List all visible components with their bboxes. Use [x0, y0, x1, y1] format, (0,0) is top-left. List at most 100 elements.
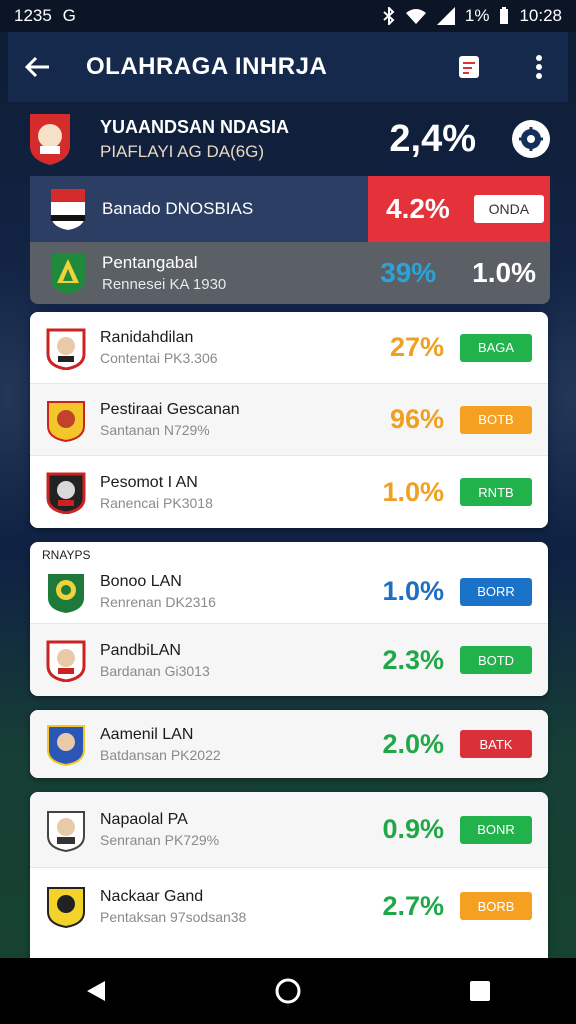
team-crest-icon: [46, 637, 86, 683]
item-button[interactable]: BATK: [460, 730, 532, 758]
team-crest-icon: [46, 807, 86, 853]
item-value: 2.7%: [382, 890, 444, 921]
list-item[interactable]: PandbiLAN Bardanan Gi3013 2.3% BOTD: [30, 624, 548, 696]
item-button[interactable]: BAGA: [460, 333, 532, 362]
item-sub: Bardanan Gi3013: [100, 662, 210, 679]
summary-header: YUAANDSAN NDASIA PIAFLAYI AG DA(6G) 2,4%: [28, 102, 550, 176]
team-crest-icon: [46, 721, 86, 767]
flag-icon: [48, 186, 88, 232]
signal-icon: [436, 7, 455, 25]
item-button[interactable]: RNTB: [460, 478, 532, 506]
item-value: 96%: [389, 404, 444, 434]
status-time-right: 10:28: [519, 6, 562, 25]
featured-row[interactable]: Banado DNOSBIAS 4.2% ONDA: [30, 176, 550, 242]
featured-value-secondary: 1.0%: [472, 257, 536, 288]
item-name: Aamenil LAN: [100, 725, 194, 743]
list-card: RNAYPS Bonoo LAN Renrenan DK2316 1.0% BO…: [30, 542, 548, 696]
list-item[interactable]: Aamenil LAN Batdansan PK2022 2.0% BATK: [30, 710, 548, 778]
summary-title: YUAANDSAN NDASIA: [100, 116, 290, 137]
settings-badge-icon[interactable]: [512, 120, 550, 158]
share-icon[interactable]: [454, 52, 484, 82]
item-value: 1.0%: [382, 576, 444, 606]
item-name: Pesomot I AN: [100, 473, 198, 491]
back-icon[interactable]: [66, 966, 126, 1016]
team-crest-icon: [46, 569, 86, 615]
list-card: Ranidahdilan Contentai PK3.306 27% BAGA …: [30, 312, 548, 528]
summary-text: YUAANDSAN NDASIA PIAFLAYI AG DA(6G): [100, 117, 389, 162]
item-name: Ranidahdilan: [100, 329, 194, 346]
team-crest-icon: [48, 250, 88, 296]
featured-sub: Rennesei KA 1930: [102, 276, 227, 293]
item-value: 2.3%: [382, 644, 444, 675]
team-crest-icon: [46, 325, 86, 371]
status-bar: 1235 G 1% 10:28: [0, 0, 576, 32]
item-name: Pestiraai Gescanan: [100, 401, 240, 418]
group-label: RNAYPS: [42, 548, 91, 562]
summary-subtitle: PIAFLAYI AG DA(6G): [100, 141, 265, 161]
battery-icon: [499, 7, 509, 25]
home-icon[interactable]: [258, 966, 318, 1016]
featured-value: 4.2%: [386, 193, 450, 224]
featured-button[interactable]: ONDA: [473, 195, 544, 223]
item-text: Pesomot I AN Ranencai PK3018: [100, 474, 364, 511]
list-card: Napaolal PA Senranan PK729% 0.9% BONR Na…: [30, 792, 548, 958]
item-text: Bonoo LAN Renrenan DK2316: [100, 573, 364, 610]
item-name: Bonoo LAN: [100, 573, 182, 590]
item-button[interactable]: BOTD: [460, 646, 532, 674]
item-button[interactable]: BORB: [460, 892, 532, 920]
summary-percentage: 2,4%: [389, 117, 476, 160]
item-sub: Senranan PK729%: [100, 832, 220, 848]
featured-value: 39%: [380, 257, 437, 288]
item-name: Napaolal PA: [100, 811, 188, 828]
featured-row[interactable]: Pentangabal Rennesei KA 1930 39% 1.0%: [30, 242, 550, 304]
list-card: Aamenil LAN Batdansan PK2022 2.0% BATK: [30, 710, 548, 778]
team-crest-icon: [46, 469, 86, 515]
item-text: Pestiraai Gescanan Santanan N729%: [100, 401, 364, 438]
item-text: Ranidahdilan Contentai PK3.306: [100, 329, 364, 366]
item-text: Aamenil LAN Batdansan PK2022: [100, 726, 364, 763]
item-sub: Pentaksan 97sodsan38: [100, 908, 247, 925]
list-item[interactable]: Pestiraai Gescanan Santanan N729% 96% BO…: [30, 384, 548, 456]
item-sub: Santanan N729%: [100, 422, 210, 438]
status-time-left: 1235: [14, 6, 52, 25]
item-text: Nackaar Gand Pentaksan 97sodsan38: [100, 888, 364, 925]
battery-text: 1%: [464, 6, 490, 25]
status-right: 1% 10:28: [383, 6, 562, 26]
status-left-icon: G: [62, 6, 76, 25]
item-value: 1.0%: [382, 476, 444, 507]
list-item[interactable]: Bonoo LAN Renrenan DK2316 1.0% BORR: [30, 560, 548, 624]
wifi-icon: [405, 7, 427, 25]
list-item[interactable]: Ranidahdilan Contentai PK3.306 27% BAGA: [30, 312, 548, 384]
more-vert-icon[interactable]: [524, 52, 554, 82]
item-value: 2.0%: [382, 728, 444, 759]
system-nav-bar: [0, 958, 576, 1024]
team-crest-icon: [46, 397, 86, 443]
item-button[interactable]: BORR: [460, 577, 532, 606]
team-crest-icon: [28, 112, 72, 166]
featured-name: Pentangabal: [102, 253, 198, 272]
item-text: Napaolal PA Senranan PK729%: [100, 811, 364, 848]
item-sub: Batdansan PK2022: [100, 746, 221, 763]
featured-value-block: 4.2% ONDA: [368, 176, 550, 242]
item-text: PandbiLAN Bardanan Gi3013: [100, 642, 364, 679]
list-item[interactable]: Nackaar Gand Pentaksan 97sodsan38 2.7% B…: [30, 868, 548, 944]
recents-icon[interactable]: [450, 966, 510, 1016]
item-sub: Contentai PK3.306: [100, 350, 218, 366]
app-title: OLAHRAGA INHRJA: [86, 53, 328, 80]
item-button[interactable]: BONR: [460, 815, 532, 844]
item-value: 0.9%: [382, 814, 444, 844]
item-sub: Renrenan DK2316: [100, 594, 216, 610]
list-item[interactable]: Napaolal PA Senranan PK729% 0.9% BONR: [30, 792, 548, 868]
item-name: PandbiLAN: [100, 641, 181, 659]
team-crest-icon: [46, 883, 86, 929]
list-item[interactable]: Pesomot I AN Ranencai PK3018 1.0% RNTB: [30, 456, 548, 528]
status-left: 1235 G: [14, 6, 76, 26]
app-bar: OLAHRAGA INHRJA: [8, 32, 568, 102]
item-sub: Ranencai PK3018: [100, 494, 213, 511]
featured-text: Pentangabal Rennesei KA 1930: [102, 253, 380, 293]
item-button[interactable]: BOTB: [460, 405, 532, 434]
back-arrow-icon[interactable]: [22, 52, 52, 82]
item-value: 27%: [389, 332, 444, 362]
bluetooth-icon: [383, 7, 395, 25]
item-name: Nackaar Gand: [100, 887, 204, 905]
